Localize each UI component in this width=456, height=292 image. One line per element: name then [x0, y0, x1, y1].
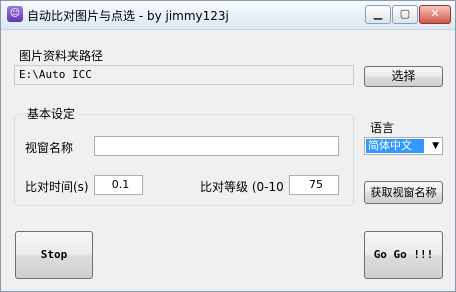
maximize-icon: ▢ — [399, 7, 411, 20]
title-bar[interactable]: ☺ 自动比对图片与点选 - by jimmy123j ▁ ▢ ✕ — [1, 1, 455, 30]
stop-button[interactable]: Stop — [15, 231, 93, 279]
folder-path-field[interactable]: E:\Auto ICC — [14, 65, 354, 85]
window-title: 自动比对图片与点选 - by jimmy123j — [27, 9, 229, 23]
match-level-label: 比对等级 (0-10 — [200, 180, 284, 194]
window-name-input[interactable] — [94, 136, 339, 156]
basic-settings-title: 基本设定 — [23, 105, 80, 122]
get-window-name-button[interactable]: 获取视窗名称 — [364, 181, 443, 204]
minimize-icon: ▁ — [373, 7, 383, 20]
folder-path-label: 图片资料夹路径 — [19, 49, 104, 63]
minimize-button[interactable]: ▁ — [365, 5, 391, 24]
window-name-label: 视窗名称 — [25, 141, 74, 155]
maximize-button[interactable]: ▢ — [392, 5, 418, 24]
interval-label: 比对时间(s) — [25, 180, 89, 194]
close-icon: ✕ — [430, 7, 440, 20]
close-button[interactable]: ✕ — [419, 5, 451, 24]
language-selected-value: 简体中文 — [366, 139, 424, 153]
browse-button[interactable]: 选择 — [364, 66, 443, 87]
interval-input[interactable]: 0.1 — [94, 175, 143, 195]
go-button[interactable]: Go Go !!! — [364, 231, 443, 279]
match-level-input[interactable]: 75 — [289, 175, 339, 195]
language-label: 语言 — [370, 121, 395, 135]
app-icon: ☺ — [7, 6, 23, 22]
chevron-down-icon[interactable]: ▼ — [432, 139, 439, 154]
app-window: ☺ 自动比对图片与点选 - by jimmy123j ▁ ▢ ✕ 图片资料夹路径… — [0, 0, 456, 292]
language-select[interactable]: 简体中文 ▼ — [364, 137, 443, 155]
